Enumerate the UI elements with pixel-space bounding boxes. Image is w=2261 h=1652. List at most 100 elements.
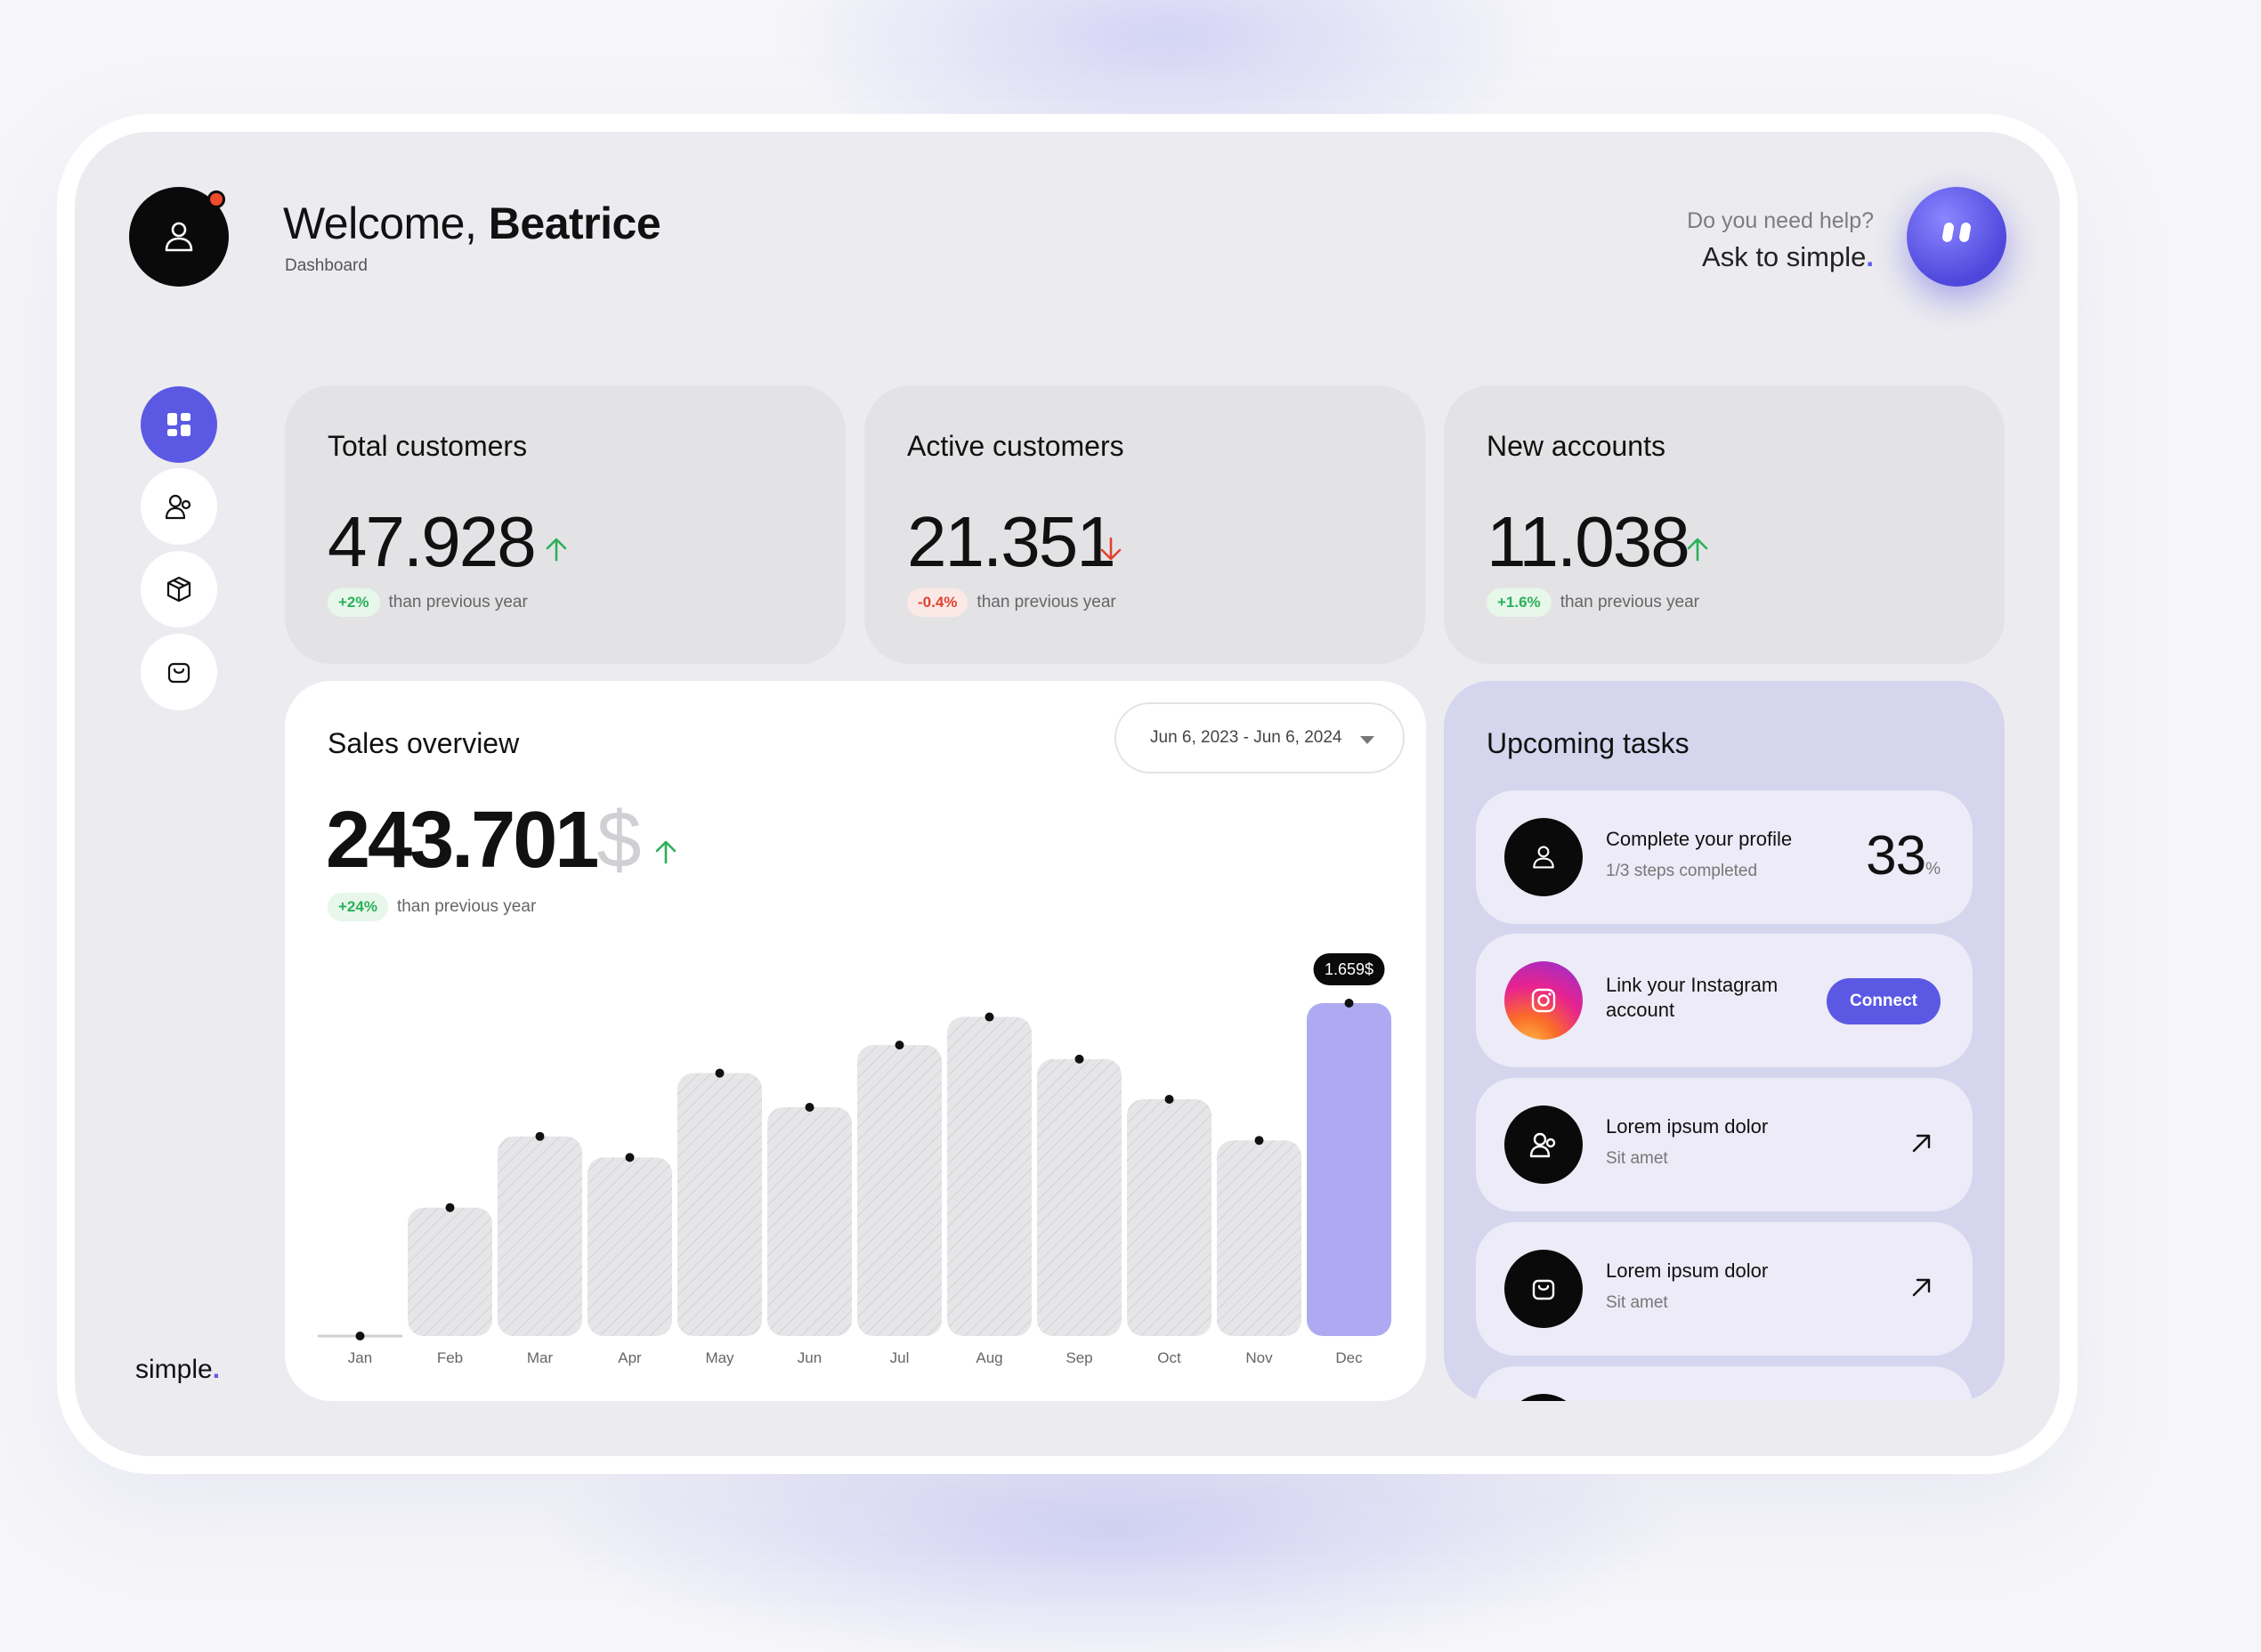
task-subtitle: 1/3 steps completed	[1606, 862, 1758, 880]
chart-bar-hatch	[588, 1157, 672, 1336]
user-icon	[1533, 846, 1554, 869]
task-item-partial	[1476, 1366, 1973, 1401]
chart-point	[1074, 1054, 1084, 1064]
task-item[interactable]: Lorem ipsum dolor Sit amet	[1476, 1078, 1973, 1211]
chart-point	[535, 1131, 545, 1141]
chart-point	[625, 1153, 635, 1162]
instagram-icon	[1531, 988, 1556, 1013]
task-complete-profile[interactable]: Complete your profile 1/3 steps complete…	[1476, 790, 1973, 924]
chart-bar-hatch	[1217, 1140, 1301, 1336]
chart-point	[895, 1041, 904, 1050]
task-icon	[1504, 1394, 1583, 1401]
stat-comparison: +1.6% than previous year	[1487, 588, 1699, 617]
task-icon	[1504, 1250, 1583, 1328]
task-title: Complete your profile	[1606, 828, 1793, 850]
sidebar-item-products[interactable]	[141, 551, 217, 628]
chart-bar-hatch	[408, 1207, 492, 1336]
chart-bar-hatch	[1037, 1058, 1122, 1336]
task-link-instagram: Link your Instagram account Connect	[1476, 934, 1973, 1067]
stat-title: New accounts	[1487, 430, 1665, 462]
arrow-up-right-icon[interactable]	[1910, 1131, 1933, 1154]
help-action-label: Ask to simple	[1702, 241, 1867, 272]
task-subtitle: Sit amet	[1606, 1293, 1668, 1312]
chart-bar-hatch	[857, 1045, 942, 1336]
chart-point	[445, 1203, 455, 1212]
user-name: Beatrice	[488, 198, 661, 248]
task-title: Lorem ipsum dolor	[1606, 1259, 1769, 1282]
upcoming-tasks-card: Upcoming tasks Complete your profile 1/3…	[1444, 681, 2005, 1401]
chart-point	[715, 1068, 725, 1078]
task-title: Lorem ipsum dolor	[1606, 1115, 1769, 1138]
sidebar-item-users[interactable]	[141, 468, 217, 545]
task-progress-value: 33	[1866, 825, 1926, 887]
connect-button[interactable]: Connect	[1827, 978, 1941, 1024]
assistant-button[interactable]	[1907, 187, 2006, 287]
chart-bar-hatch	[947, 1016, 1032, 1336]
chart-bar	[1307, 1003, 1391, 1336]
users-icon	[165, 494, 191, 520]
chart-point	[1164, 1094, 1174, 1104]
chart-tick-label: Nov	[1245, 1349, 1273, 1366]
task-icon	[1504, 1105, 1583, 1184]
trend-up-icon	[546, 538, 567, 562]
users-icon	[1529, 1132, 1556, 1158]
brand-dot: .	[212, 1355, 221, 1384]
trend-down-icon	[1100, 537, 1122, 561]
notification-dot	[207, 190, 225, 208]
stat-title: Active customers	[907, 430, 1124, 462]
help-action[interactable]: Ask to simple.	[1687, 241, 1874, 273]
task-icon	[1504, 961, 1583, 1040]
box-icon	[166, 576, 191, 603]
stat-comparison: +2% than previous year	[328, 588, 528, 617]
chart-tick-label: Sep	[1066, 1349, 1092, 1366]
chart-tick-label: Apr	[618, 1349, 642, 1366]
task-icon	[1504, 818, 1583, 896]
greeting: Welcome,	[283, 198, 477, 248]
bag-icon	[167, 662, 190, 684]
task-item[interactable]: Lorem ipsum dolor Sit amet	[1476, 1222, 1973, 1356]
change-badge: -0.4%	[907, 588, 968, 617]
comparison-text: than previous year	[977, 593, 1116, 611]
sidebar-item-dashboard[interactable]	[141, 386, 217, 463]
dashboard-icon	[167, 413, 190, 436]
task-progress-unit: %	[1925, 860, 1941, 879]
sales-bar-chart: Jan Feb Mar Apr May Jun Jul Aug Sep Oct Nov Dec 1.65…	[318, 953, 1391, 1366]
help-question: Do you need help?	[1687, 208, 1874, 233]
chart-tick-label: Feb	[437, 1349, 463, 1366]
page-title: Welcome, Beatrice	[283, 198, 661, 249]
task-title-line: account	[1606, 999, 1675, 1021]
help-prompt[interactable]: Do you need help? Ask to simple.	[1687, 208, 1874, 273]
stat-value: 11.038	[1487, 502, 1690, 581]
chart-tick-label: Jan	[348, 1349, 372, 1366]
page: Welcome, Beatrice Dashboard Do you need …	[0, 0, 2261, 1652]
brand-name: simple	[135, 1355, 213, 1384]
chart-bar-hatch	[498, 1136, 582, 1336]
trend-up-icon	[1687, 538, 1708, 562]
chart-point	[805, 1103, 814, 1113]
user-icon	[165, 222, 193, 252]
stat-value: 21.351	[907, 502, 1116, 581]
stat-title: Total customers	[328, 430, 528, 462]
stat-card-active-customers: Active customers 21.351 -0.4% than previo…	[864, 385, 1425, 664]
assistant-eye-right	[1958, 222, 1972, 243]
chart-bar-hatch	[767, 1107, 852, 1336]
chart-data-label: 1.659$	[1325, 960, 1374, 978]
chart-bar-hatch	[1127, 1098, 1212, 1336]
chart-tick-label: Mar	[527, 1349, 554, 1366]
chart-point	[1344, 999, 1354, 1008]
stat-comparison: -0.4% than previous year	[907, 588, 1116, 617]
arrow-up-right-icon[interactable]	[1910, 1275, 1933, 1299]
bag-icon	[1532, 1279, 1555, 1300]
chart-tick-label: Oct	[1157, 1349, 1181, 1366]
task-title: Link your Instagram account	[1606, 973, 1778, 1023]
help-action-dot: .	[1866, 241, 1874, 272]
chart-tick-label: Jul	[890, 1349, 910, 1366]
breadcrumb: Dashboard	[285, 256, 368, 275]
sidebar-item-orders[interactable]	[141, 634, 217, 710]
avatar[interactable]	[129, 187, 229, 287]
task-progress: 33%	[1866, 824, 1941, 887]
chart-tick-label: Aug	[976, 1349, 1002, 1366]
chart-bar-hatch	[677, 1073, 762, 1336]
card-title: Upcoming tasks	[1487, 727, 1690, 759]
change-badge: +1.6%	[1487, 588, 1552, 617]
